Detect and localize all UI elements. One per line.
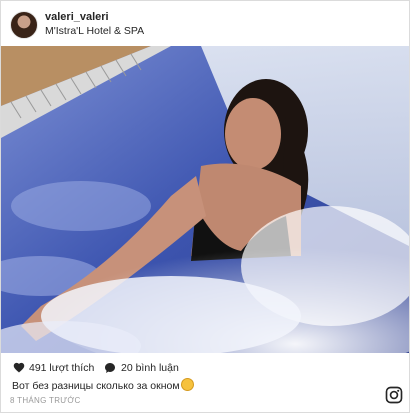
- instagram-icon[interactable]: [385, 386, 403, 404]
- user-avatar[interactable]: [10, 11, 38, 39]
- username-link[interactable]: valeri_valeri: [45, 11, 109, 23]
- post-timestamp: 8 THÁNG TRƯỚC: [10, 396, 81, 405]
- comments-count[interactable]: 20 bình luận: [121, 362, 179, 374]
- post-caption: Вот без разницы сколько за окном: [12, 378, 194, 392]
- comment-bubble-icon[interactable]: [104, 362, 116, 374]
- post-photo[interactable]: [1, 46, 409, 353]
- post-header: valeri_valeri M'Istra'L Hotel & SPA: [1, 1, 409, 45]
- post-stats: 491 lượt thích 20 bình luận: [1, 359, 409, 377]
- caption-text: Вот без разницы сколько за окном: [12, 380, 180, 392]
- instagram-post-card: valeri_valeri M'Istra'L Hotel & SPA 491 …: [0, 0, 410, 413]
- heart-icon[interactable]: [13, 362, 25, 373]
- dizzy-face-emoji-icon: [180, 378, 194, 391]
- likes-count[interactable]: 491 lượt thích: [29, 362, 94, 374]
- spa-photo-illustration: [1, 46, 409, 353]
- location-link[interactable]: M'Istra'L Hotel & SPA: [45, 25, 144, 37]
